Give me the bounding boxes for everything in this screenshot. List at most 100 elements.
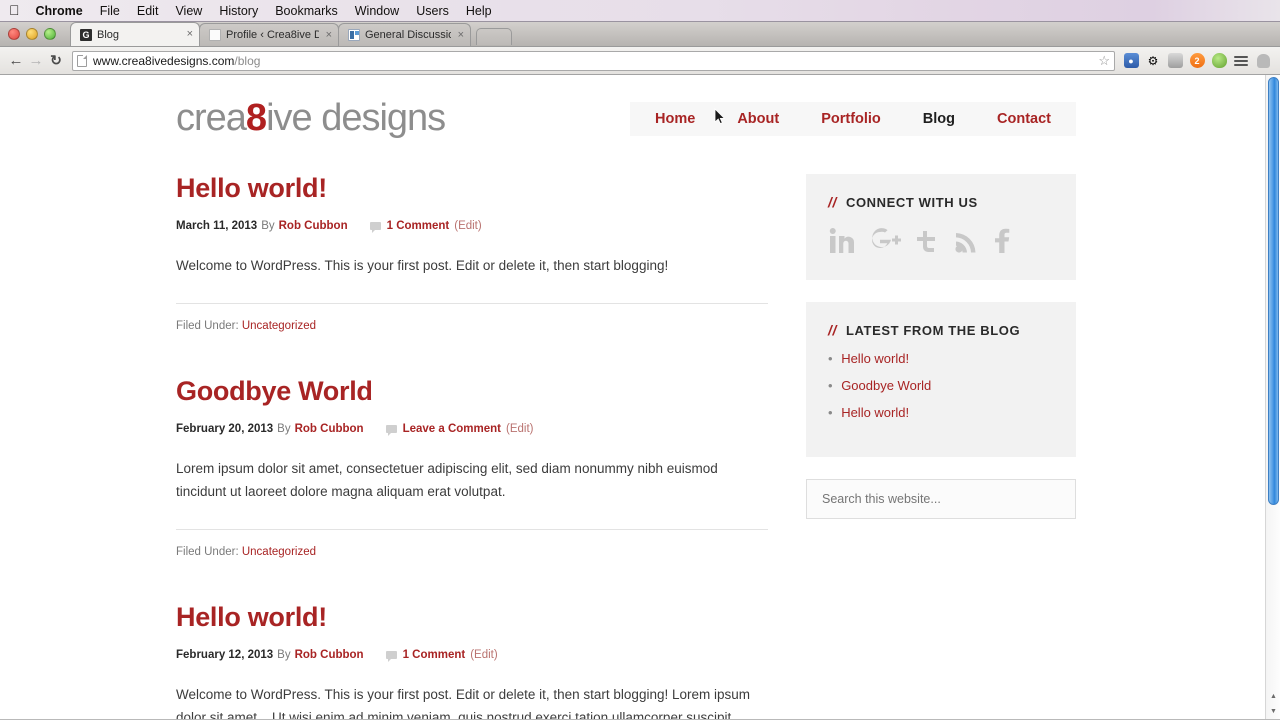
menu-item-file[interactable]: File	[100, 4, 120, 18]
comment-bubble-icon	[385, 650, 397, 662]
nav-item-contact[interactable]: Contact	[976, 111, 1072, 127]
slashes-decoration: //	[828, 322, 837, 338]
user-avatar-icon[interactable]	[1252, 51, 1274, 71]
latest-post-link[interactable]: Hello world!	[841, 405, 909, 420]
tab-strip: G Blog × Profile ‹ Crea8ive Designs × Ge…	[0, 22, 1280, 47]
post-author[interactable]: Rob Cubbon	[295, 423, 364, 435]
logo-part-1: crea	[176, 97, 247, 139]
bookmark-star-icon[interactable]: ☆	[1098, 53, 1110, 69]
latest-post-link[interactable]: Hello world!	[841, 351, 909, 366]
extension-blue-badge-icon[interactable]: ●	[1120, 51, 1142, 71]
url-path: /blog	[234, 53, 261, 68]
menu-item-history[interactable]: History	[219, 4, 258, 18]
post-edit-link[interactable]: (Edit)	[506, 423, 533, 435]
post-filed-under: Filed Under: Uncategorized	[176, 546, 768, 558]
main-navigation: Home About Portfolio Blog Contact	[630, 101, 1076, 136]
post-title[interactable]: Hello world!	[176, 602, 768, 633]
nav-item-about[interactable]: About	[716, 111, 800, 127]
search-input[interactable]	[822, 492, 1060, 506]
logo-part-2: ive designs	[266, 97, 446, 139]
os-menu-bar:  Chrome File Edit View History Bookmark…	[0, 0, 1280, 22]
back-arrow-icon[interactable]: ←	[6, 52, 26, 69]
linkedin-icon[interactable]	[828, 226, 858, 256]
post-author[interactable]: Rob Cubbon	[279, 220, 348, 232]
google-plus-icon[interactable]	[868, 226, 902, 256]
nav-item-blog[interactable]: Blog	[902, 111, 976, 127]
post-divider	[176, 302, 768, 304]
post-item: Hello world! March 11, 2013 By Rob Cubbo…	[176, 173, 768, 332]
menu-item-edit[interactable]: Edit	[137, 4, 159, 18]
close-icon[interactable]: ×	[326, 29, 332, 41]
reload-icon[interactable]: ↻	[46, 52, 66, 69]
scroll-down-arrow-icon[interactable]: ▼	[1266, 704, 1280, 719]
post-body: Welcome to WordPress. This is your first…	[176, 257, 669, 273]
tab-blog[interactable]: G Blog ×	[70, 22, 200, 46]
menu-item-view[interactable]: View	[175, 4, 202, 18]
gear-icon[interactable]: ⚙	[1142, 51, 1164, 71]
maximize-window-button[interactable]	[44, 28, 56, 40]
site-header: crea8ive designs Home About Portfolio Bl…	[176, 75, 1076, 140]
post-comments-link[interactable]: 1 Comment	[403, 649, 466, 661]
page-info-icon[interactable]	[77, 54, 87, 67]
post-item: Goodbye World February 20, 2013 By Rob C…	[176, 376, 768, 558]
logo-accent-8: 8	[245, 97, 267, 139]
post-divider	[176, 529, 768, 531]
post-by-label: By	[277, 422, 291, 435]
menu-item-users[interactable]: Users	[416, 4, 449, 18]
menu-item-chrome[interactable]: Chrome	[36, 4, 83, 18]
social-icon-list	[828, 226, 1054, 256]
forward-arrow-icon[interactable]: →	[26, 52, 46, 69]
extension-green-icon[interactable]	[1208, 51, 1230, 71]
nav-item-portfolio[interactable]: Portfolio	[800, 111, 902, 127]
close-icon[interactable]: ×	[458, 29, 464, 41]
post-edit-link[interactable]: (Edit)	[454, 220, 481, 232]
post-author[interactable]: Rob Cubbon	[295, 649, 364, 661]
filed-under-label: Filed Under:	[176, 319, 239, 332]
post-edit-link[interactable]: (Edit)	[470, 649, 497, 661]
slashes-decoration: //	[828, 194, 837, 210]
nav-item-home[interactable]: Home	[634, 111, 716, 127]
post-body: Welcome to WordPress. This is your first…	[176, 686, 750, 719]
vertical-scrollbar[interactable]: ▲ ▼	[1265, 75, 1280, 719]
tab-profile[interactable]: Profile ‹ Crea8ive Designs ×	[199, 23, 339, 46]
post-meta: February 20, 2013 By Rob Cubbon Leave a …	[176, 422, 768, 436]
browser-window: G Blog × Profile ‹ Crea8ive Designs × Ge…	[0, 22, 1280, 720]
browser-toolbar: ← → ↻ www.crea8ivedesigns.com/blog ☆ ● ⚙…	[0, 47, 1280, 75]
post-comments-link[interactable]: 1 Comment	[387, 220, 450, 232]
hamburger-menu-icon[interactable]	[1230, 51, 1252, 71]
post-date: February 20, 2013	[176, 422, 274, 435]
menu-item-help[interactable]: Help	[466, 4, 492, 18]
extension-small-icon[interactable]	[1164, 51, 1186, 71]
rss-icon[interactable]	[952, 226, 982, 256]
post-title[interactable]: Goodbye World	[176, 376, 768, 407]
tab-general-discussion[interactable]: General Discussion ×	[338, 23, 471, 46]
address-bar[interactable]: www.crea8ivedesigns.com/blog ☆	[72, 50, 1115, 71]
latest-post-link[interactable]: Goodbye World	[841, 378, 931, 393]
post-by-label: By	[277, 648, 291, 661]
tab-title: General Discussion	[365, 29, 451, 41]
post-title[interactable]: Hello world!	[176, 173, 768, 204]
facebook-icon[interactable]	[992, 226, 1014, 256]
minimize-window-button[interactable]	[26, 28, 38, 40]
scrollbar-arrows: ▲ ▼	[1266, 689, 1280, 719]
close-window-button[interactable]	[8, 28, 20, 40]
scrollbar-thumb[interactable]	[1268, 77, 1279, 505]
apple-logo-icon[interactable]: 	[9, 3, 20, 17]
post-date: February 12, 2013	[176, 648, 274, 661]
close-icon[interactable]: ×	[187, 29, 193, 40]
site-logo[interactable]: crea8ive designs	[176, 97, 446, 140]
search-widget[interactable]	[806, 479, 1076, 519]
category-link[interactable]: Uncategorized	[242, 546, 316, 558]
widget-latest-from-the-blog: // LATEST FROM THE BLOG • Hello world! •	[806, 302, 1076, 457]
category-link[interactable]: Uncategorized	[242, 320, 316, 332]
menu-item-window[interactable]: Window	[355, 4, 399, 18]
twitter-icon[interactable]	[912, 226, 942, 256]
scroll-up-arrow-icon[interactable]: ▲	[1266, 689, 1280, 704]
menu-item-bookmarks[interactable]: Bookmarks	[275, 4, 338, 18]
filed-under-label: Filed Under:	[176, 546, 239, 559]
new-tab-button[interactable]	[476, 28, 512, 45]
post-by-label: By	[261, 219, 275, 232]
extension-orange-badge-icon[interactable]: 2	[1186, 51, 1208, 71]
post-comments-link[interactable]: Leave a Comment	[403, 423, 501, 435]
widget-title-text: LATEST FROM THE BLOG	[845, 322, 1021, 338]
